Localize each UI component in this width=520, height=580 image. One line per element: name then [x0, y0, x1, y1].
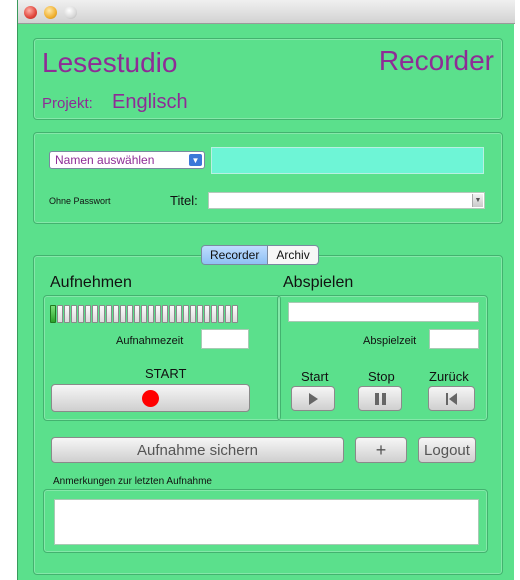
- close-window-button[interactable]: [24, 6, 37, 19]
- chevron-down-icon: ▼: [189, 154, 202, 166]
- playback-time-field[interactable]: [429, 329, 479, 349]
- level-segment: [78, 305, 84, 323]
- app-name: Lesestudio: [42, 47, 178, 78]
- project-label: Projekt:: [42, 95, 93, 112]
- stop-button[interactable]: [358, 386, 402, 411]
- name-select[interactable]: Namen auswählen ▼: [49, 151, 205, 169]
- rewind-button[interactable]: [428, 386, 475, 411]
- playback-heading: Abspielen: [283, 274, 354, 291]
- record-button[interactable]: [51, 384, 250, 412]
- play-start-label: Start: [301, 369, 329, 384]
- level-segment: [127, 305, 133, 323]
- record-time-field[interactable]: [201, 329, 249, 349]
- play-stop-label: Stop: [368, 369, 395, 384]
- record-icon: [142, 389, 159, 407]
- level-segment: [190, 305, 196, 323]
- level-segment: [57, 305, 63, 323]
- skip-back-icon: [446, 392, 457, 405]
- logout-button[interactable]: Logout: [418, 437, 476, 463]
- notes-label: Anmerkungen zur letzten Aufnahme: [53, 476, 212, 487]
- record-heading: Aufnehmen: [50, 274, 132, 291]
- project-name: Englisch: [112, 91, 188, 113]
- level-segment: [134, 305, 140, 323]
- save-recording-button[interactable]: Aufnahme sichern: [51, 437, 344, 463]
- name-field[interactable]: [211, 147, 484, 174]
- tab-archiv[interactable]: Archiv: [268, 246, 318, 264]
- level-segment: [218, 305, 224, 323]
- password-label: Ohne Passwort: [49, 196, 111, 206]
- level-segment: [64, 305, 70, 323]
- play-button[interactable]: [291, 386, 335, 411]
- level-segment: [197, 305, 203, 323]
- app-window: Lesestudio Recorder Projekt: Englisch Na…: [17, 0, 515, 580]
- pause-icon: [374, 392, 386, 405]
- record-time-label: Aufnahmezeit: [116, 335, 184, 347]
- playback-time-label: Abspielzeit: [363, 335, 417, 347]
- tab-recorder[interactable]: Recorder: [202, 246, 269, 264]
- level-segment: [232, 305, 238, 323]
- notes-textarea[interactable]: [54, 499, 479, 545]
- title-combo[interactable]: ▼: [208, 192, 485, 209]
- mode-title: Recorder: [378, 45, 494, 76]
- level-segment: [155, 305, 161, 323]
- playback-file-field[interactable]: [288, 302, 479, 322]
- view-tabs: Recorder Archiv: [201, 245, 319, 265]
- name-select-value: Namen auswählen: [55, 153, 155, 167]
- level-segment: [176, 305, 182, 323]
- minimize-window-button[interactable]: [44, 6, 57, 19]
- level-meter: [50, 305, 238, 323]
- play-icon: [308, 392, 318, 405]
- start-label: START: [145, 366, 187, 381]
- level-segment: [85, 305, 91, 323]
- header-panel: Lesestudio Recorder Projekt: Englisch: [33, 38, 503, 120]
- level-segment: [162, 305, 168, 323]
- login-panel: Namen auswählen ▼ Ohne Passwort Titel: ▼: [33, 132, 503, 224]
- zoom-window-button[interactable]: [64, 6, 77, 19]
- level-segment: [99, 305, 105, 323]
- level-segment: [204, 305, 210, 323]
- level-segment: [120, 305, 126, 323]
- title-bar: [18, 0, 515, 24]
- level-segment: [225, 305, 231, 323]
- level-segment: [141, 305, 147, 323]
- level-segment: [183, 305, 189, 323]
- level-segment: [71, 305, 77, 323]
- level-segment: [106, 305, 112, 323]
- level-segment: [92, 305, 98, 323]
- add-button[interactable]: +: [355, 437, 407, 463]
- level-segment: [113, 305, 119, 323]
- chevron-down-icon: ▼: [472, 194, 483, 207]
- level-segment: [148, 305, 154, 323]
- level-segment: [50, 305, 56, 323]
- title-label: Titel:: [170, 193, 198, 208]
- level-segment: [169, 305, 175, 323]
- level-segment: [211, 305, 217, 323]
- play-back-label: Zurück: [429, 369, 469, 384]
